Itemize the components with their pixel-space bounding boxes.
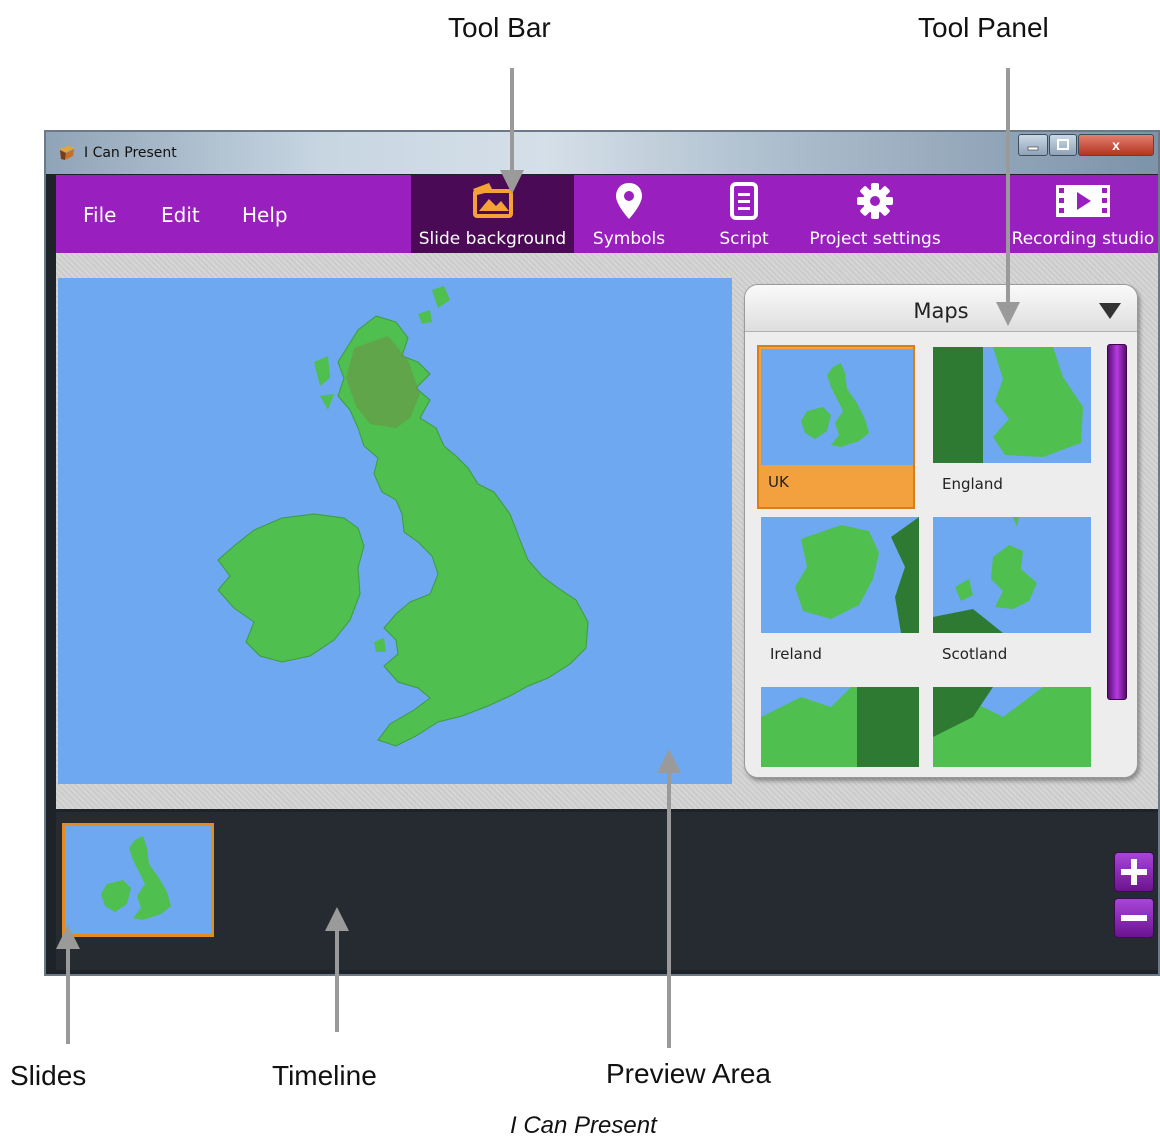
dropdown-arrow-icon[interactable] — [1099, 303, 1121, 319]
maximize-button[interactable] — [1049, 134, 1077, 156]
tool-script[interactable]: Script — [706, 175, 782, 253]
tool-label-project-settings: Project settings — [809, 229, 941, 249]
map-thumb-uk[interactable]: UK — [757, 345, 915, 509]
minus-icon — [1121, 915, 1147, 921]
map-thumb-6-image — [933, 687, 1091, 767]
add-slide-button[interactable] — [1114, 852, 1154, 892]
workspace: Maps UK England Ireland Scotland — [56, 253, 1158, 809]
callout-tool-panel: Tool Panel — [918, 12, 1049, 43]
map-thumb-scotland[interactable]: Scotland — [933, 517, 1091, 677]
menu-file[interactable]: File — [83, 203, 116, 227]
app-icon — [59, 146, 75, 160]
map-thumb-5[interactable] — [761, 687, 919, 767]
tool-recording-studio[interactable]: Recording studio — [1008, 175, 1158, 253]
gear-icon — [857, 183, 893, 219]
plus-icon — [1121, 859, 1147, 885]
remove-slide-button[interactable] — [1114, 898, 1154, 938]
ireland-thumb-image — [761, 517, 919, 633]
slide-thumbnail[interactable] — [62, 823, 214, 937]
title-bar: I Can Present x — [46, 132, 1158, 174]
tool-bar: File Edit Help Slide background Symbols — [56, 175, 1158, 253]
scotland-thumb-image — [933, 517, 1091, 633]
film-icon — [1056, 185, 1110, 217]
callout-slides: Slides — [10, 1060, 87, 1091]
callout-tool-bar: Tool Bar — [448, 12, 551, 43]
panel-scrollbar[interactable] — [1107, 344, 1127, 700]
tool-label-recording-studio: Recording studio — [1011, 229, 1155, 249]
map-thumb-label: Ireland — [770, 645, 822, 663]
map-thumb-england[interactable]: England — [933, 347, 1091, 507]
tool-label-symbols: Symbols — [592, 229, 666, 249]
tool-symbols[interactable]: Symbols — [584, 175, 674, 253]
window-title: I Can Present — [84, 145, 177, 161]
tool-label-script: Script — [719, 229, 769, 249]
england-thumb-image — [933, 347, 1091, 463]
tool-label-slide-background: Slide background — [418, 229, 567, 249]
map-thumb-label: England — [942, 475, 1003, 493]
figure-caption: I Can Present — [510, 1112, 657, 1139]
minimize-button[interactable] — [1018, 134, 1048, 156]
timeline[interactable] — [56, 812, 1158, 970]
map-pin-icon — [616, 183, 642, 219]
map-thumb-5-image — [761, 687, 919, 767]
app-window: I Can Present x File Edit Help Slide bac… — [44, 130, 1160, 976]
map-thumb-ireland[interactable]: Ireland — [761, 517, 919, 677]
callout-preview-area: Preview Area — [606, 1058, 771, 1089]
map-thumb-6[interactable] — [933, 687, 1091, 767]
tool-project-settings[interactable]: Project settings — [804, 175, 946, 253]
panel-title: Maps — [913, 299, 969, 323]
menu-edit[interactable]: Edit — [161, 203, 200, 227]
callout-timeline: Timeline — [272, 1060, 377, 1091]
script-icon — [730, 182, 758, 220]
tool-panel: Maps UK England Ireland Scotland — [744, 284, 1138, 778]
tool-slide-background[interactable]: Slide background — [411, 175, 574, 253]
close-button[interactable]: x — [1078, 134, 1154, 156]
map-thumb-label: Scotland — [942, 645, 1008, 663]
uk-thumb-image — [761, 349, 913, 465]
menu-help[interactable]: Help — [242, 203, 288, 227]
panel-header[interactable]: Maps — [745, 285, 1137, 332]
map-thumb-label: UK — [768, 473, 789, 491]
preview-area[interactable] — [58, 278, 732, 784]
uk-map-image — [217, 286, 589, 747]
